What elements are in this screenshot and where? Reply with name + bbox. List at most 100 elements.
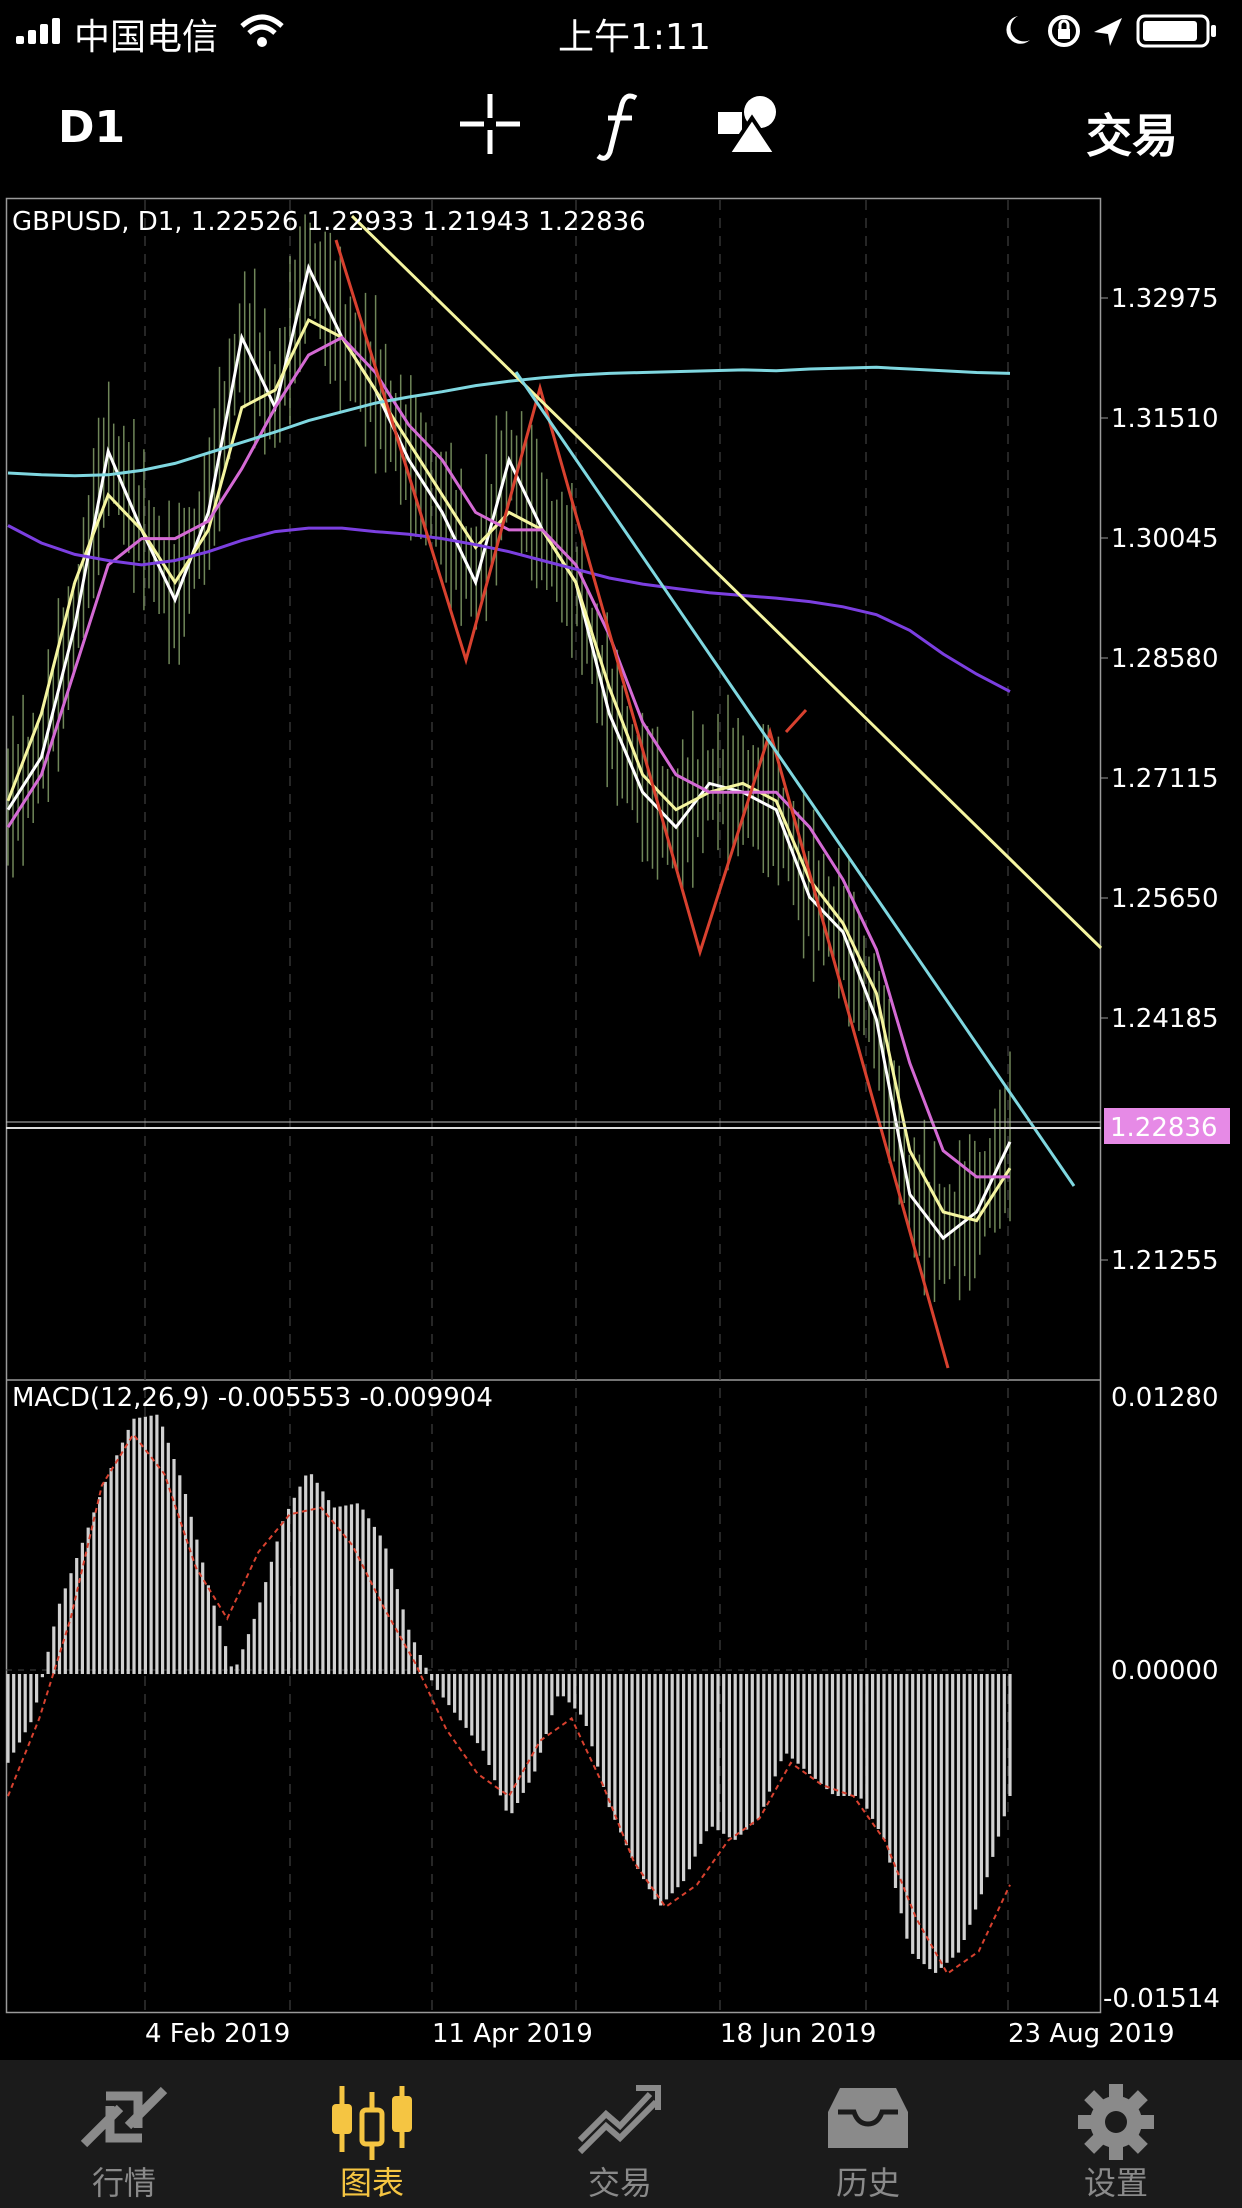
macd-bar — [132, 1418, 136, 1674]
macd-bar — [384, 1548, 388, 1674]
macd-bar — [693, 1674, 697, 1857]
macd-bar — [968, 1674, 972, 1925]
macd-bar — [916, 1674, 920, 1959]
macd-bar — [676, 1674, 680, 1888]
timeframe-button[interactable]: D1 — [58, 102, 125, 153]
macd-bar — [733, 1674, 737, 1840]
macd-bar — [934, 1674, 938, 1973]
macd-bar — [527, 1674, 531, 1783]
macd-bar — [269, 1561, 273, 1674]
macd-bar — [458, 1674, 462, 1721]
moon-icon — [1006, 16, 1030, 44]
macd-bar — [212, 1605, 216, 1675]
macd-bar — [951, 1674, 955, 1958]
macd-bar — [779, 1674, 783, 1762]
macd-bar — [493, 1674, 497, 1781]
cellular-signal-icon — [16, 18, 60, 44]
macd-bar — [899, 1674, 903, 1914]
nav-label: 交易 — [587, 2164, 652, 2202]
price-tick: 1.31510 — [1111, 404, 1219, 434]
macd-bar — [521, 1674, 525, 1793]
macd-bar — [298, 1486, 302, 1674]
macd-bar — [722, 1674, 726, 1834]
location-icon — [1094, 18, 1122, 46]
macd-bar — [224, 1646, 228, 1674]
macd-bar — [292, 1497, 296, 1675]
macd-bar — [813, 1674, 817, 1779]
macd-bar — [332, 1507, 336, 1675]
macd-bar — [98, 1497, 102, 1674]
macd-bar — [561, 1674, 565, 1697]
macd-bar — [57, 1603, 62, 1675]
nav-quotes[interactable]: 行情 — [0, 2060, 248, 2208]
macd-bar — [830, 1674, 835, 1795]
price-tick: 1.24185 — [1111, 1004, 1219, 1034]
macd-histogram — [6, 1414, 1012, 1973]
status-right-icons — [1006, 14, 1216, 48]
macd-bar — [430, 1674, 434, 1681]
macd-bar — [201, 1562, 205, 1675]
trend-lines — [6, 214, 1103, 1369]
macd-bar — [773, 1674, 777, 1777]
macd-bar — [991, 1674, 995, 1857]
nav-trade[interactable]: 交易 — [496, 2060, 744, 2208]
macd-bar — [344, 1505, 348, 1675]
macd-bar — [6, 1674, 10, 1763]
macd-bar — [470, 1674, 474, 1736]
macd-bar — [613, 1674, 617, 1820]
objects-icon[interactable] — [716, 92, 782, 156]
macd-bar — [750, 1674, 754, 1825]
macd-bar — [195, 1539, 199, 1674]
nav-chart[interactable]: 图表 — [248, 2060, 496, 2208]
macd-bar — [853, 1674, 857, 1796]
macd-bar — [218, 1625, 222, 1675]
function-icon[interactable] — [596, 92, 644, 162]
price-tick: 1.30045 — [1111, 524, 1219, 554]
date-tick: 18 Jun 2019 — [720, 2019, 876, 2049]
price-chart[interactable]: GBPUSD, D1, 1.22526 1.22933 1.21943 1.22… — [0, 192, 1242, 2060]
trade-icon — [577, 2085, 661, 2154]
macd-bar — [745, 1674, 749, 1830]
date-tick: 11 Apr 2019 — [432, 2019, 593, 2049]
macd-bar — [1008, 1674, 1012, 1796]
macd-bar — [819, 1674, 823, 1784]
macd-label: MACD(12,26,9) -0.005553 -0.009904 — [12, 1383, 493, 1413]
carrier-name: 中国电信 — [74, 17, 219, 58]
macd-bar — [945, 1674, 949, 1963]
nav-history[interactable]: 历史 — [744, 2060, 992, 2208]
macd-bar — [544, 1674, 548, 1734]
macd-bar — [687, 1674, 691, 1870]
macd-bar — [985, 1674, 989, 1878]
status-bar: 中国电信 上午1:11 — [0, 0, 1242, 62]
macd-bar — [349, 1504, 354, 1674]
macd-bar — [584, 1674, 588, 1726]
macd-bar — [40, 1674, 44, 1678]
macd-bar — [166, 1442, 170, 1674]
macd-axis: 0.01280 0.00000 -0.01514 — [1103, 1383, 1220, 2014]
macd-bar — [229, 1666, 233, 1674]
macd-bar — [378, 1535, 382, 1674]
macd-bar — [309, 1474, 314, 1674]
price-tick: 1.32975 — [1111, 284, 1219, 314]
macd-bar — [172, 1459, 176, 1674]
macd-bar — [235, 1664, 239, 1674]
macd-bar — [246, 1634, 251, 1674]
nav-settings[interactable]: 设置 — [992, 2060, 1240, 2208]
macd-bar — [670, 1674, 674, 1894]
macd-bar — [178, 1475, 182, 1675]
macd-bar — [86, 1527, 90, 1675]
chart-area[interactable]: GBPUSD, D1, 1.22526 1.22933 1.21943 1.22… — [0, 192, 1242, 2060]
macd-bar — [475, 1674, 480, 1744]
macd-bar — [538, 1674, 543, 1753]
battery-icon — [1136, 14, 1216, 48]
macd-bar — [756, 1674, 760, 1820]
macd-bar — [802, 1674, 806, 1769]
macd-bar — [338, 1506, 342, 1675]
trade-button[interactable]: 交易 — [1086, 100, 1178, 166]
macd-bar — [321, 1491, 325, 1674]
status-time: 上午1:11 — [558, 17, 711, 58]
macd-bar — [647, 1674, 651, 1890]
wifi-icon — [240, 14, 284, 47]
orientation-lock-icon — [1048, 15, 1080, 47]
crosshair-icon[interactable] — [458, 92, 522, 156]
